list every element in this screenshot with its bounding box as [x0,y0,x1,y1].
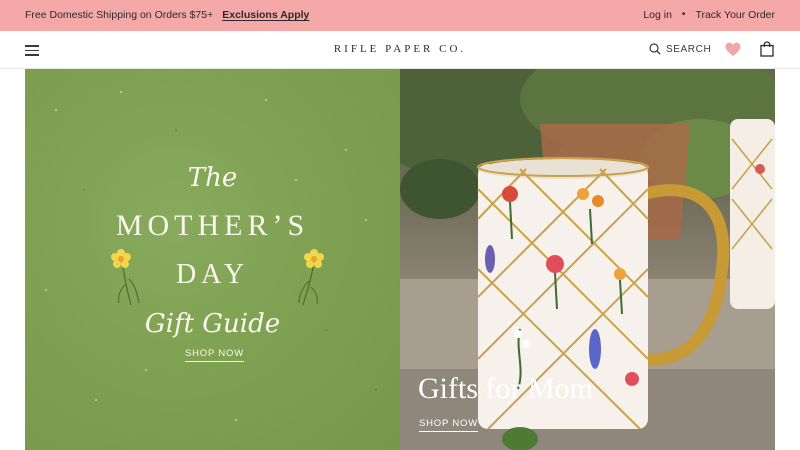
shopping-bag-icon[interactable] [760,41,774,57]
shop-now-link[interactable]: SHOP NOW [185,348,245,362]
headline-the: The [187,163,238,193]
account-links: Log in • Track Your Order [643,9,775,21]
shop-now-link-right[interactable]: SHOP NOW [419,418,479,432]
daffodil-illustration-right [298,249,324,306]
daffodil-illustration-left [111,249,140,306]
announcement-left: Free Domestic Shipping on Orders $75+ Ex… [25,9,309,21]
exclusions-link[interactable]: Exclusions Apply [222,9,309,21]
separator-dot: • [681,9,686,20]
announcement-bar: Free Domestic Shipping on Orders $75+ Ex… [0,0,800,31]
shipping-message: Free Domestic Shipping on Orders $75+ [25,9,214,21]
search-label: SEARCH [666,43,712,55]
search-icon [649,43,661,55]
headline-mothers: MOTHER’S [115,209,310,242]
headline-day: DAY [175,259,250,290]
login-link[interactable]: Log in [643,9,672,21]
track-order-link[interactable]: Track Your Order [695,9,775,21]
site-header: RIFLE PAPER CO. SEARCH [0,31,800,69]
mothers-day-gift-guide-banner[interactable]: The MOTHER’S DAY Gift Guide SHOP NOW [25,69,400,450]
heart-icon[interactable] [725,42,741,57]
headline-gift-guide: Gift Guide [144,309,281,339]
gifts-for-mom-title: Gifts for Mom [418,372,593,405]
gifts-for-mom-banner[interactable]: Gifts for Mom SHOP NOW [400,69,775,450]
search-button[interactable]: SEARCH [649,43,711,55]
